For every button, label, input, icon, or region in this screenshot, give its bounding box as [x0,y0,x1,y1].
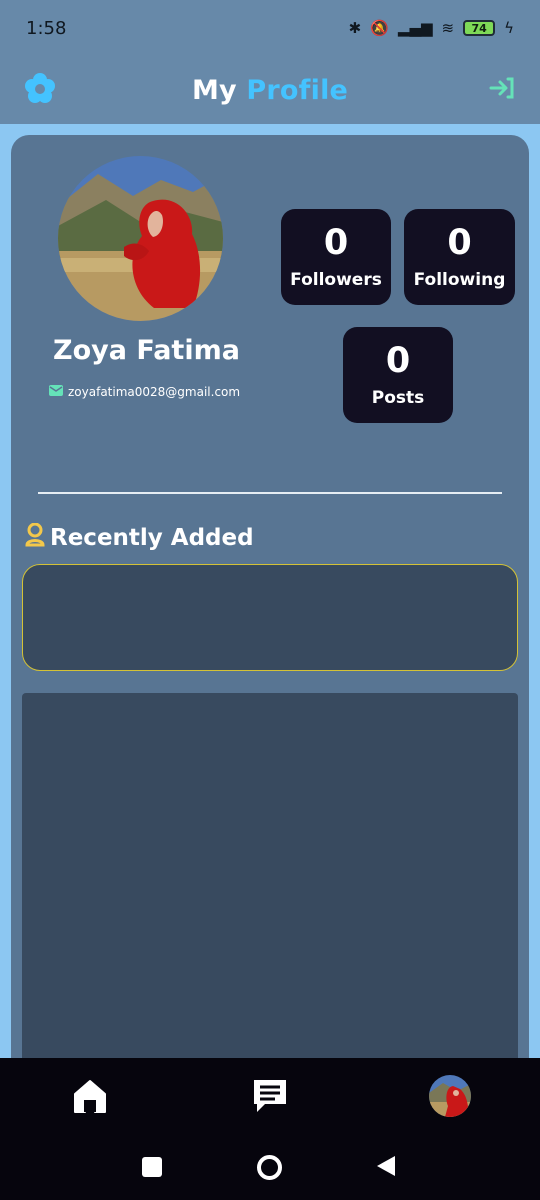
status-bar: 1:58 ✱ 🔕 ▂▄▆ ≋ 74 ϟ [0,0,540,56]
profile-avatar[interactable] [58,156,223,321]
system-navigation [0,1142,540,1192]
recently-added-box[interactable] [22,564,518,671]
app-bar: My Profile [0,56,540,124]
signal-icon: ▂▄▆ [397,19,433,37]
section-divider [38,492,502,494]
posts-stat[interactable]: 0 Posts [343,327,453,423]
wifi-icon: ≋ [441,19,455,37]
posts-label: Posts [371,387,425,408]
bluetooth-icon: ✱ [348,19,362,37]
following-stat[interactable]: 0 Following [404,209,515,305]
status-time: 1:58 [26,17,67,39]
page-title-my: My [191,74,237,106]
mail-icon [49,385,63,399]
posts-count: 0 [385,341,411,382]
followers-stat[interactable]: 0 Followers [281,209,391,305]
status-icons: ✱ 🔕 ▂▄▆ ≋ 74 ϟ [349,19,514,37]
back-button[interactable] [375,1154,397,1182]
bottom-navigation [0,1058,540,1200]
following-count: 0 [447,223,472,264]
recent-apps-button[interactable] [142,1157,162,1177]
battery-icon: 74 [463,20,496,36]
profile-email-row: zoyafatima0028@gmail.com [49,385,240,399]
profile-email: zoyafatima0028@gmail.com [68,385,241,399]
home-button[interactable] [257,1155,282,1180]
profile-name: Zoya Fatima [53,335,240,366]
followers-count: 0 [323,223,349,264]
mute-icon: 🔕 [370,19,389,37]
recent-icon [24,522,46,553]
battery-level: 74 [471,21,487,35]
followers-label: Followers [290,269,382,290]
page-title-profile: Profile [246,74,349,106]
avatar[interactable] [429,1075,471,1117]
chat-icon[interactable] [250,1076,290,1120]
home-icon[interactable] [70,1076,110,1120]
recent-section-title: Recently Added [24,522,254,553]
charging-icon: ϟ [504,19,514,37]
following-label: Following [413,269,506,290]
profile-card: Zoya Fatima zoyafatima0028@gmail.com 0 F… [11,135,529,1058]
posts-grid-area [22,693,518,1058]
recent-title: Recently Added [50,525,254,551]
page-title: My Profile [0,75,540,106]
